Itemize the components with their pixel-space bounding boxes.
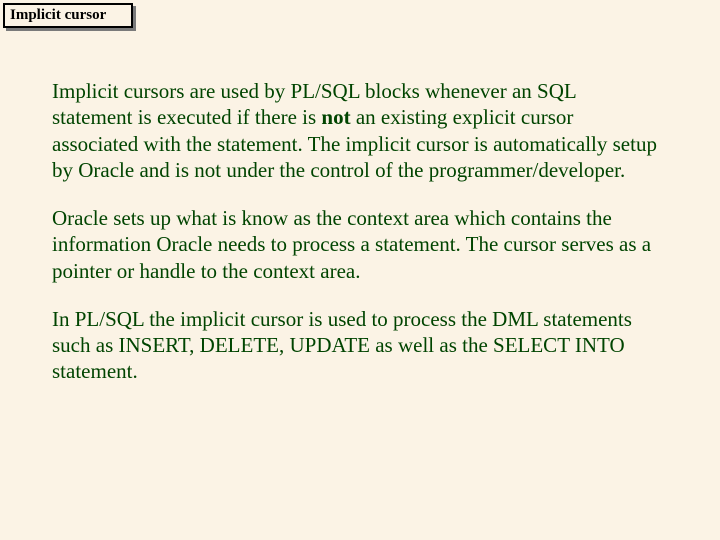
paragraph-3: In PL/SQL the implicit cursor is used to… [52,306,660,385]
slide-content: Implicit cursors are used by PL/SQL bloc… [52,78,660,407]
paragraph-1: Implicit cursors are used by PL/SQL bloc… [52,78,660,183]
slide-title: Implicit cursor [10,7,106,24]
title-box: Implicit cursor [3,3,133,28]
p1-text-bold: not [321,105,350,129]
paragraph-2: Oracle sets up what is know as the conte… [52,205,660,284]
